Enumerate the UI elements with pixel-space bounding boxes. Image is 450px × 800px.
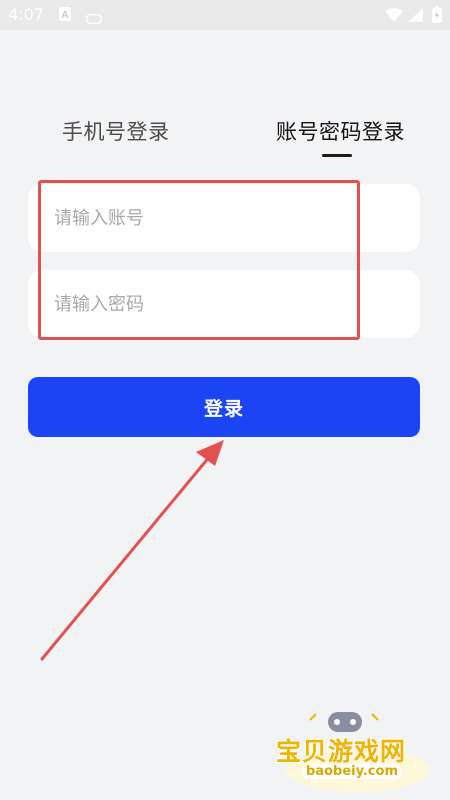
login-tabs: 手机号登录 账号密码登录 <box>0 100 450 170</box>
notification-a-icon: A <box>58 6 72 26</box>
notification-pill-icon <box>85 9 103 28</box>
active-tab-indicator <box>322 154 352 157</box>
status-time: 4:07 <box>8 5 44 24</box>
watermark-logo: 宝贝游戏网 baobeiy.com <box>270 700 430 796</box>
account-input[interactable] <box>28 207 420 229</box>
status-bar: 4:07 A <box>0 0 450 30</box>
watermark-url: baobeiy.com <box>302 764 402 779</box>
wifi-icon <box>385 7 403 26</box>
password-input[interactable] <box>28 293 420 315</box>
watermark-title: 宝贝游戏网 <box>276 737 407 766</box>
tab-account-password-login[interactable]: 账号密码登录 <box>276 116 405 146</box>
tab-phone-login[interactable]: 手机号登录 <box>62 116 170 146</box>
svg-text:A: A <box>62 10 69 21</box>
account-field[interactable] <box>28 184 420 252</box>
login-button[interactable]: 登录 <box>28 377 420 437</box>
battery-icon <box>432 6 442 27</box>
password-field[interactable] <box>28 270 420 338</box>
signal-icon <box>408 7 423 26</box>
